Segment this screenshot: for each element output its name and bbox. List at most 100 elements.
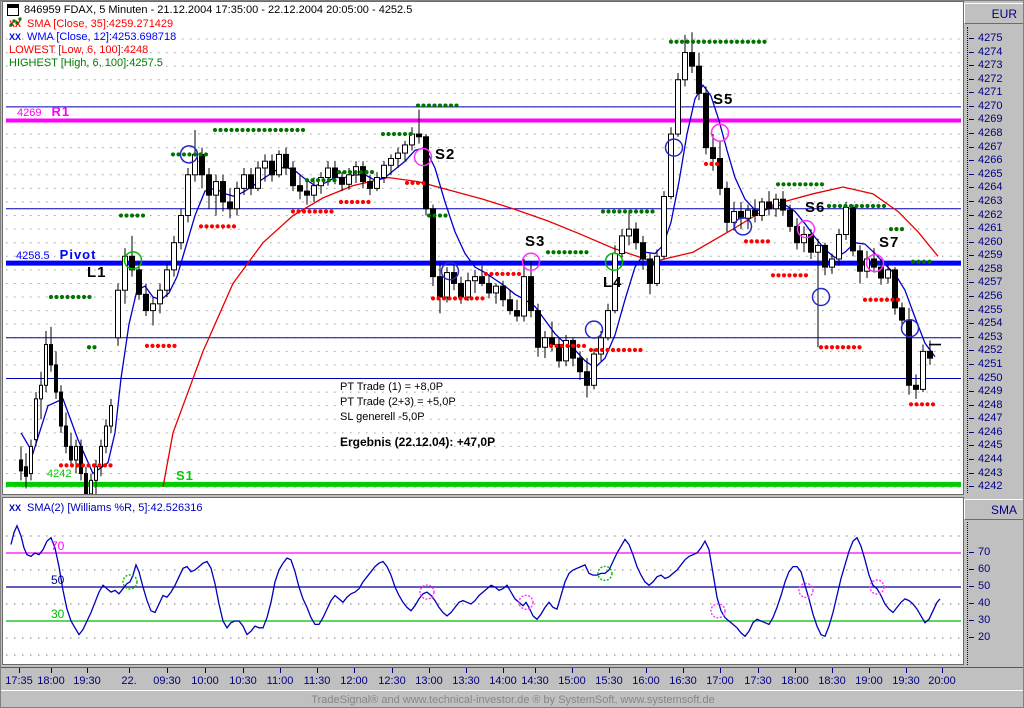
candle-body (647, 258, 653, 284)
price-tick (969, 336, 974, 338)
candle-body (927, 350, 933, 359)
lowest-dot (86, 463, 91, 468)
candle-body (150, 303, 156, 312)
price-tick (969, 173, 974, 175)
lowest-dot (554, 343, 559, 349)
candle-body (654, 255, 660, 284)
price-tick-label: 4247 (978, 412, 1003, 425)
price-tick-label: 4245 (978, 439, 1003, 452)
lowest-dot (338, 199, 344, 205)
highest-dot (611, 209, 617, 214)
osc-tick-label: 30 (978, 614, 991, 626)
time-tick (869, 668, 870, 673)
candle-body (220, 181, 226, 203)
candle-body (486, 282, 492, 294)
highest-dot (826, 203, 832, 209)
highest-dot (567, 250, 573, 255)
highest-dot (129, 213, 135, 218)
time-label: 18:00 (37, 675, 65, 687)
price-tick-label: 4254 (978, 317, 1003, 330)
time-label: 10:00 (191, 675, 219, 687)
price-tick-label: 4246 (978, 425, 1003, 438)
lowest-dot (301, 209, 307, 214)
highest-dot (881, 203, 887, 209)
highest-dot (870, 203, 876, 209)
time-label: 13:30 (452, 675, 480, 687)
time-label: 16:00 (632, 675, 660, 687)
lowest-dot (69, 463, 75, 468)
oscillator-panel[interactable]: XX SMA(2) [Williams %R, 5]:42.526316 70 50… (2, 497, 964, 665)
price-tick (969, 133, 974, 135)
candle-body (836, 234, 842, 260)
highest-dot (124, 213, 129, 218)
candle-body (171, 242, 177, 271)
price-tick-label: 4274 (978, 45, 1003, 58)
oscillator-canvas[interactable] (3, 498, 963, 664)
price-axis-unit: EUR (964, 3, 1023, 24)
candle-body (104, 425, 108, 447)
highest-dot (223, 127, 229, 133)
candle-body (892, 269, 898, 309)
lowest-dot (97, 463, 102, 468)
candle-body (542, 337, 548, 348)
candle-body (535, 310, 541, 348)
time-label: 17:30 (744, 675, 772, 687)
lowest-dot (452, 296, 458, 301)
candle-body (248, 174, 254, 189)
lowest-dot (155, 343, 161, 349)
highest-dot (751, 39, 756, 44)
oscillator-axis: 70 60 50 40 30 20 (967, 522, 1023, 665)
highest-dot (551, 250, 556, 255)
price-tick (969, 255, 974, 257)
lowest-dot (890, 297, 895, 302)
lowest-dot (798, 273, 803, 278)
lowest-dot (307, 209, 312, 214)
williams-r-line (10, 524, 941, 638)
time-label: 10:30 (229, 675, 257, 687)
highest-dot (454, 103, 459, 108)
candle-body (276, 153, 282, 176)
highest-dot (606, 209, 611, 214)
candle-body (521, 276, 527, 317)
lowest-dot (209, 224, 215, 229)
highest-dot (203, 152, 209, 157)
highest-dot (775, 182, 781, 187)
highest-dot (256, 127, 262, 133)
highest-dot (198, 152, 203, 157)
price-chart-canvas[interactable] (3, 2, 963, 494)
highest-dot (674, 39, 679, 44)
highest-dot (859, 203, 865, 209)
lowest-dot (559, 343, 565, 349)
lowest-dot (360, 199, 366, 205)
time-label: 15:00 (558, 675, 586, 687)
price-tick (969, 51, 974, 53)
main-chart-panel[interactable]: 846959 FDAX, 5 Minuten - 21.12.2004 17:3… (2, 1, 964, 495)
highest-dot (92, 345, 97, 350)
candle-body (780, 198, 786, 211)
candle-body (255, 167, 261, 189)
candle-body (549, 337, 555, 346)
price-tick-label: 4260 (978, 235, 1003, 248)
lowest-dot (312, 209, 318, 214)
highest-dot (135, 213, 140, 218)
candle-body (612, 253, 618, 312)
highest-dot (848, 203, 854, 209)
candle-body (381, 164, 387, 179)
candle-body (906, 319, 912, 386)
candle-body (514, 310, 520, 317)
time-label: 17:35 (5, 675, 33, 687)
candle-body (605, 310, 611, 339)
highest-dot (59, 294, 65, 300)
lowest-dot (144, 343, 150, 349)
highest-dot (229, 127, 234, 133)
lowest-dot (463, 296, 469, 301)
price-tick-label: 4242 (978, 480, 1003, 493)
highest-dot (295, 127, 300, 133)
candle-body (269, 160, 275, 176)
highest-dot (690, 39, 696, 44)
time-tick (51, 668, 52, 673)
price-tick-label: 4243 (978, 466, 1003, 479)
time-axis: 17:35 18:00 19:30 22. 09:30 10:00 10:30 11:00 11… (1, 667, 1023, 691)
highest-dot (262, 127, 267, 133)
candle-body (710, 147, 716, 160)
